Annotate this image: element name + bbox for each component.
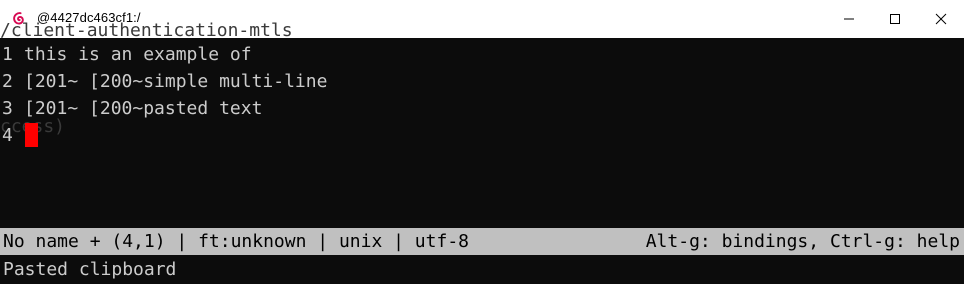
status-right: Alt-g: bindings, Ctrl-g: help	[645, 231, 960, 252]
message-line: Pasted clipboard	[3, 259, 177, 280]
terminal-window: @4427dc463cf1:/ /client-authentication-m…	[0, 0, 964, 284]
status-left: No name + (4,1) | ft:unknown | unix | ut…	[3, 231, 469, 252]
line-number: 4	[2, 125, 13, 146]
minimize-button[interactable]	[826, 0, 872, 38]
terminal-area[interactable]: /client-authentication-mtls ccess) 1this…	[0, 20, 964, 284]
status-bar: No name + (4,1) | ft:unknown | unix | ut…	[0, 228, 964, 255]
close-button[interactable]	[918, 0, 964, 38]
line-number: 3	[2, 98, 13, 119]
editor-line: 4	[2, 122, 24, 149]
line-number: 1	[2, 44, 13, 65]
maximize-button[interactable]	[872, 0, 918, 38]
editor-line: 2 [201~ [200~simple multi-line	[2, 68, 327, 95]
minimize-icon	[844, 18, 854, 20]
ghost-text-line: /client-authentication-mtls	[0, 20, 293, 41]
text-cursor	[25, 123, 38, 147]
line-text: [201~ [200~simple multi-line	[24, 71, 328, 92]
editor-line: 1 this is an example of	[2, 41, 252, 68]
close-icon	[935, 13, 947, 25]
line-text: [201~ [200~pasted text	[24, 98, 263, 119]
maximize-icon	[890, 14, 900, 24]
line-number: 2	[2, 71, 13, 92]
line-text: this is an example of	[24, 44, 252, 65]
editor-line: 3 [201~ [200~pasted text	[2, 95, 262, 122]
